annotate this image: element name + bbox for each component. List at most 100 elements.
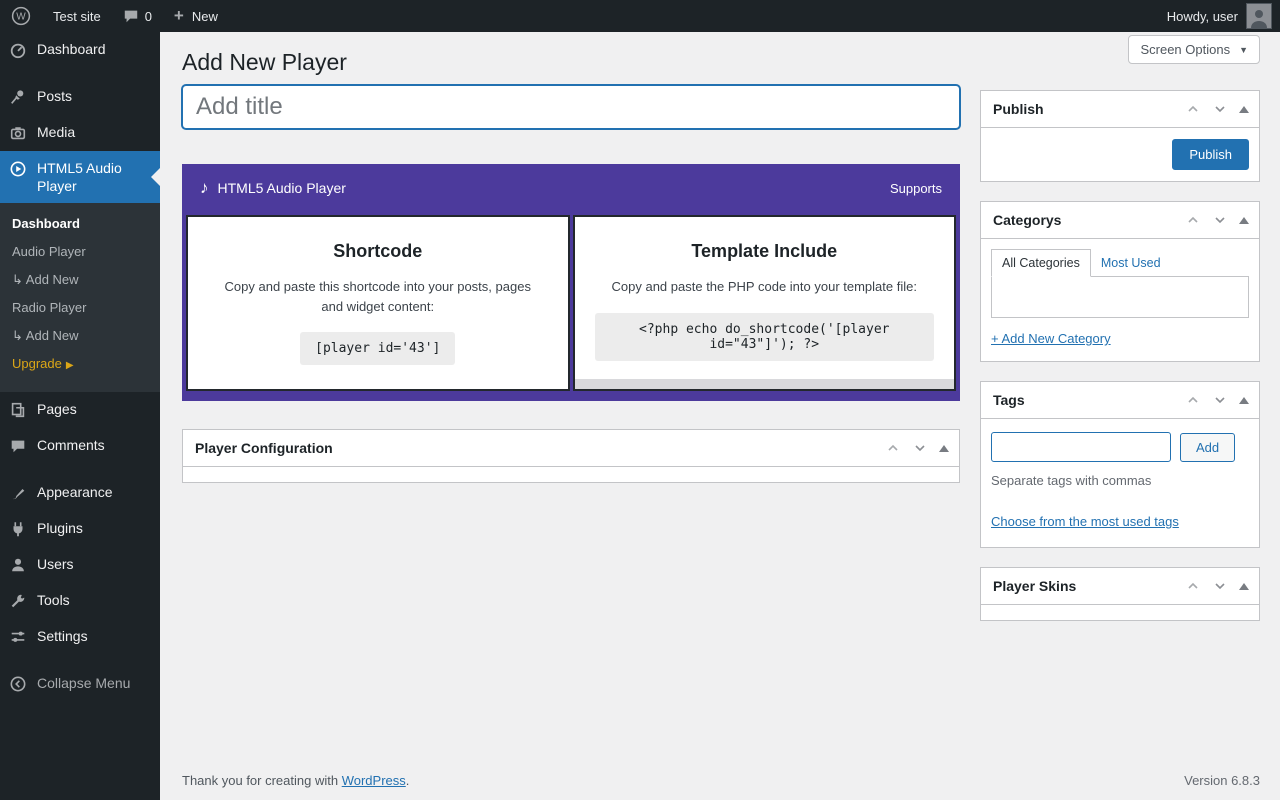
plugins-icon: [8, 519, 28, 539]
shortcode-card-description: Copy and paste this shortcode into your …: [213, 277, 543, 316]
sidebar-item-appearance[interactable]: Appearance: [0, 475, 160, 511]
publish-box: Publish Publish: [980, 90, 1260, 182]
horizontal-scrollbar[interactable]: [575, 379, 955, 389]
sidebar-item-tools[interactable]: Tools: [0, 583, 160, 619]
toggle-panel-button[interactable]: [1239, 397, 1249, 404]
template-card-description: Copy and paste the PHP code into your te…: [612, 277, 917, 297]
page-title: Add New Player: [182, 32, 1260, 85]
triangle-up-icon: [1239, 397, 1249, 404]
shortcode-card: Shortcode Copy and paste this shortcode …: [186, 215, 570, 391]
upgrade-arrow-icon: ▶: [66, 360, 74, 371]
shortcode-card-title: Shortcode: [333, 241, 422, 262]
submenu-item-add-new-audio[interactable]: ↳ Add New: [0, 266, 160, 294]
move-down-button[interactable]: [1212, 101, 1228, 117]
move-up-button[interactable]: [1185, 578, 1201, 594]
site-name: Test site: [53, 9, 101, 24]
submenu-item-audio-player[interactable]: Audio Player: [0, 238, 160, 266]
toggle-panel-button[interactable]: [1239, 217, 1249, 224]
howdy-user-link[interactable]: Howdy, user: [1167, 9, 1238, 24]
move-down-button[interactable]: [912, 440, 928, 456]
player-skins-title: Player Skins: [993, 578, 1076, 594]
move-up-button[interactable]: [1185, 212, 1201, 228]
sidebar-item-dashboard[interactable]: Dashboard: [0, 32, 160, 68]
move-down-button[interactable]: [1212, 392, 1228, 408]
move-down-button[interactable]: [1212, 212, 1228, 228]
version-text: Version 6.8.3: [1184, 773, 1260, 788]
new-label: New: [192, 9, 218, 24]
pages-icon: [8, 400, 28, 420]
most-used-tags-link[interactable]: Choose from the most used tags: [991, 514, 1179, 529]
sidebar-item-pages[interactable]: Pages: [0, 392, 160, 428]
admin-footer: Thank you for creating with WordPress. V…: [182, 773, 1260, 788]
player-configuration-title: Player Configuration: [195, 440, 333, 456]
sidebar-item-posts[interactable]: Posts: [0, 79, 160, 115]
comments-icon: [8, 436, 28, 456]
submenu-item-upgrade[interactable]: Upgrade▶: [0, 350, 160, 380]
tools-icon: [8, 591, 28, 611]
collapse-menu-button[interactable]: Collapse Menu: [0, 666, 160, 702]
comments-admin-bar[interactable]: 0: [112, 0, 163, 32]
sidebar-item-users[interactable]: Users: [0, 547, 160, 583]
menu-separator: [0, 464, 160, 475]
category-checklist[interactable]: [991, 276, 1249, 318]
supports-link[interactable]: Supports: [890, 181, 942, 196]
add-tag-button[interactable]: Add: [1180, 433, 1235, 462]
tab-all-categories[interactable]: All Categories: [991, 249, 1091, 277]
caret-down-icon: ▼: [1239, 45, 1248, 55]
toggle-panel-button[interactable]: [1239, 583, 1249, 590]
sidebar-item-plugins[interactable]: Plugins: [0, 511, 160, 547]
publish-button[interactable]: Publish: [1172, 139, 1249, 170]
move-down-button[interactable]: [1212, 578, 1228, 594]
audio-player-submenu: Dashboard Audio Player ↳ Add New Radio P…: [0, 203, 160, 392]
wordpress-link[interactable]: WordPress: [342, 773, 406, 788]
triangle-up-icon: [1239, 106, 1249, 113]
tags-box: Tags Add Separate tags with commas Choos…: [980, 381, 1260, 548]
tab-most-used[interactable]: Most Used: [1091, 250, 1171, 276]
move-up-button[interactable]: [1185, 392, 1201, 408]
submenu-item-radio-player[interactable]: Radio Player: [0, 294, 160, 322]
editor-column: ♪ HTML5 Audio Player Supports Shortcode …: [182, 85, 960, 483]
svg-text:W: W: [16, 12, 26, 23]
avatar-person-icon: [1248, 6, 1270, 28]
new-content-button[interactable]: + New: [163, 0, 229, 32]
wordpress-logo[interactable]: W: [0, 0, 42, 32]
collapse-arrow-icon: [8, 674, 28, 694]
shortcode-value[interactable]: [player id='43']: [300, 332, 455, 365]
publish-box-title: Publish: [993, 101, 1044, 117]
sidebar-item-settings[interactable]: Settings: [0, 619, 160, 655]
submenu-item-dashboard[interactable]: Dashboard: [0, 210, 160, 238]
appearance-icon: [8, 483, 28, 503]
plugin-banner-title: HTML5 Audio Player: [218, 180, 346, 196]
template-card-title: Template Include: [691, 241, 837, 262]
player-skins-body: [981, 604, 1259, 620]
plugin-banner: ♪ HTML5 Audio Player Supports: [182, 164, 960, 212]
screen-options-button[interactable]: Screen Options ▼: [1128, 35, 1260, 64]
title-input[interactable]: [182, 85, 960, 129]
media-icon: [8, 123, 28, 143]
user-avatar[interactable]: [1246, 3, 1272, 29]
toggle-panel-button[interactable]: [939, 445, 949, 452]
sidebar-item-media[interactable]: Media: [0, 115, 160, 151]
comment-bubble-icon: [123, 8, 139, 24]
toggle-panel-button[interactable]: [1239, 106, 1249, 113]
template-include-card: Template Include Copy and paste the PHP …: [573, 215, 957, 391]
plus-icon: +: [174, 6, 184, 26]
triangle-up-icon: [1239, 217, 1249, 224]
wordpress-logo-icon: W: [11, 6, 31, 26]
categories-box: Categorys All Categories Most Used + Add…: [980, 201, 1260, 362]
template-code-value[interactable]: <?php echo do_shortcode('[player id="43"…: [595, 313, 935, 361]
site-name-link[interactable]: Test site: [42, 0, 112, 32]
submenu-item-add-new-radio[interactable]: ↳ Add New: [0, 322, 160, 350]
footer-thanks-text: Thank you for creating with: [182, 773, 338, 788]
tags-input[interactable]: [991, 432, 1171, 462]
player-configuration-body: [183, 466, 959, 482]
move-up-button[interactable]: [1185, 101, 1201, 117]
music-note-icon: ♪: [200, 178, 209, 198]
categories-box-title: Categorys: [993, 212, 1061, 228]
menu-separator: [0, 655, 160, 666]
sidebar-item-comments[interactable]: Comments: [0, 428, 160, 464]
add-new-category-link[interactable]: + Add New Category: [991, 331, 1111, 346]
sidebar-item-html5-audio-player[interactable]: HTML5 Audio Player: [0, 151, 160, 203]
posts-icon: [8, 87, 28, 107]
move-up-button[interactable]: [885, 440, 901, 456]
